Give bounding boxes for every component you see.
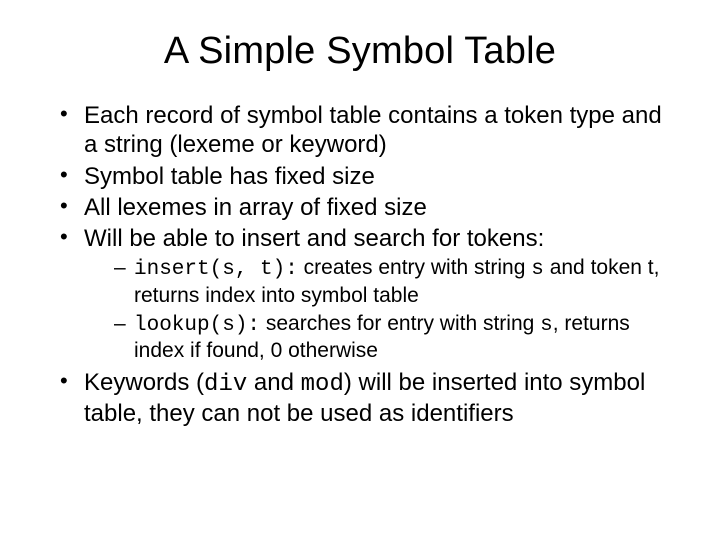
bullet-text: Each record of symbol table contains a t… <box>84 102 662 158</box>
bullet-list: Each record of symbol table contains a t… <box>48 101 672 428</box>
bullet-item: Each record of symbol table contains a t… <box>58 101 672 160</box>
bullet-text: Keywords ( <box>84 369 204 396</box>
bullet-item: All lexemes in array of fixed size <box>58 193 672 222</box>
code-text: s <box>540 314 553 337</box>
sub-bullet-item: insert(s, t): creates entry with string … <box>114 255 672 308</box>
code-text: div <box>204 371 247 398</box>
bullet-item: Symbol table has fixed size <box>58 162 672 191</box>
bullet-item: Will be able to insert and search for to… <box>58 224 672 364</box>
code-text: s <box>531 258 544 281</box>
code-text: mod <box>301 371 344 398</box>
code-text: insert(s, t): <box>134 258 298 281</box>
sub-bullet-item: lookup(s): searches for entry with strin… <box>114 311 672 364</box>
bullet-text: and <box>247 369 300 396</box>
code-text: lookup(s): <box>134 314 260 337</box>
bullet-text: Will be able to insert and search for to… <box>84 225 544 252</box>
bullet-text: All lexemes in array of fixed size <box>84 194 427 221</box>
bullet-text: searches for entry with string <box>260 312 540 335</box>
slide: A Simple Symbol Table Each record of sym… <box>0 0 720 540</box>
bullet-text: Symbol table has fixed size <box>84 163 375 190</box>
slide-title: A Simple Symbol Table <box>48 30 672 73</box>
sub-bullet-list: insert(s, t): creates entry with string … <box>84 255 672 363</box>
bullet-text: creates entry with string <box>298 256 531 279</box>
bullet-item: Keywords (div and mod) will be inserted … <box>58 368 672 429</box>
